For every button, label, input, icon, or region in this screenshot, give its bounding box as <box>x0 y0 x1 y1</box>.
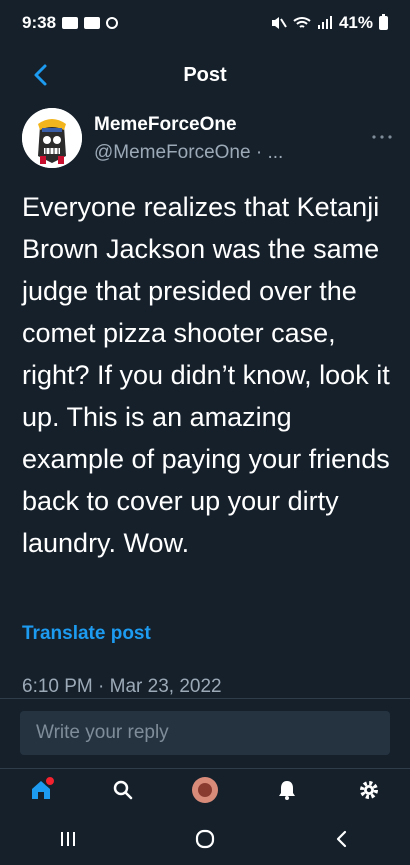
recents-icon <box>61 831 76 846</box>
back-button[interactable] <box>26 60 56 90</box>
battery-percentage: 41% <box>338 13 373 32</box>
mail-notification-icon <box>84 17 101 29</box>
status-right: 41% <box>271 13 388 33</box>
signal-icon <box>317 16 332 29</box>
post-header: Post <box>0 48 410 102</box>
post-timestamp: 6:10 PM · Mar 23, 2022 <box>22 676 222 697</box>
reply-area <box>0 698 410 769</box>
nav-search[interactable] <box>108 775 138 805</box>
post-body: Everyone realizes that Ketanji Brown Jac… <box>22 192 390 558</box>
recents-button[interactable] <box>48 824 88 854</box>
back-icon <box>336 830 346 847</box>
nav-profile[interactable] <box>190 775 220 805</box>
more-horizontal-icon <box>372 135 392 139</box>
system-home-button[interactable] <box>185 824 225 854</box>
more-options-button[interactable] <box>372 120 392 146</box>
wifi-icon <box>293 17 311 28</box>
reply-input[interactable] <box>20 711 390 755</box>
sync-notification-icon <box>106 17 119 29</box>
post-author: MemeForceOne @MemeForceOne · ... <box>22 108 392 172</box>
home-circle-icon <box>195 829 215 848</box>
page-title: Post <box>183 63 227 86</box>
nav-home[interactable] <box>26 775 56 805</box>
mute-icon <box>271 17 287 29</box>
battery-icon <box>379 14 388 30</box>
profile-avatar <box>192 777 218 803</box>
profile-avatar-face <box>198 783 212 797</box>
author-avatar[interactable] <box>22 108 82 168</box>
gear-icon <box>360 781 378 799</box>
nav-notifications[interactable] <box>272 775 302 805</box>
system-navigation <box>0 812 410 865</box>
author-name[interactable]: MemeForceOne <box>94 114 237 136</box>
status-left: 9:38 <box>22 13 119 33</box>
author-avatar-image <box>22 108 82 168</box>
status-time: 9:38 <box>22 13 57 32</box>
chevron-left-icon <box>34 64 47 86</box>
bell-icon <box>279 781 295 800</box>
system-back-button[interactable] <box>322 824 362 854</box>
bottom-nav <box>0 768 410 811</box>
status-bar: 9:38 41% <box>0 0 410 46</box>
author-handle[interactable]: @MemeForceOne · ... <box>94 142 283 164</box>
search-icon <box>113 780 133 800</box>
media-notification-icon <box>62 17 79 29</box>
nav-settings[interactable] <box>354 775 384 805</box>
translate-post-link[interactable]: Translate post <box>22 623 151 645</box>
notification-dot <box>44 775 56 787</box>
